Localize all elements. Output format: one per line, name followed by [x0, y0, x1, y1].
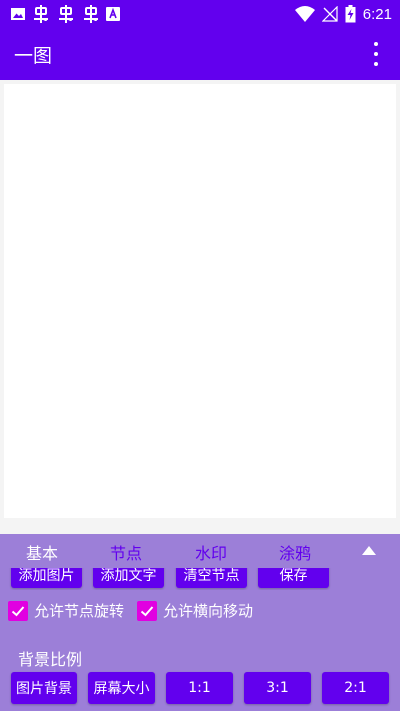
tab-doodle[interactable]: 涂鸦	[279, 540, 311, 564]
bug-icon	[31, 5, 51, 23]
add-text-label: 添加文字	[100, 568, 157, 584]
tab-nodes[interactable]: 节点	[110, 540, 142, 564]
options-row: 允许节点旋转 允许横向移动	[0, 600, 400, 622]
allow-horizontal-move-label: 允许横向移动	[163, 602, 254, 620]
bug-icon	[56, 5, 76, 23]
ratio-image-background-button[interactable]: 图片背景	[11, 672, 77, 704]
image-icon	[10, 6, 26, 22]
check-icon	[8, 600, 28, 621]
font-icon	[106, 7, 120, 21]
allow-rotate-label: 允许节点旋转	[34, 602, 125, 620]
add-text-button[interactable]: 添加文字	[93, 568, 164, 588]
add-image-label: 添加图片	[18, 568, 75, 584]
add-image-button[interactable]: 添加图片	[11, 568, 82, 588]
status-bar-system: 6:21	[294, 4, 392, 24]
status-bar: 6:21	[0, 0, 400, 28]
background-ratio-label: 背景比例	[18, 650, 83, 669]
clear-nodes-button[interactable]: 清空节点	[176, 568, 247, 588]
allow-horizontal-move-checkbox[interactable]: 允许横向移动	[137, 600, 253, 621]
bug-icon	[81, 5, 101, 23]
canvas-container	[0, 80, 400, 534]
app-bar: 一图	[0, 28, 400, 80]
save-label: 保存	[279, 568, 308, 584]
tab-bar: 基本 节点 水印 涂鸦	[0, 534, 400, 568]
bottom-panel: 基本 节点 水印 涂鸦 添加图片 添加文字 清空节点 保存 允许节点旋转 允许横…	[0, 534, 400, 711]
check-icon	[137, 600, 157, 621]
ratio-3-1-button[interactable]: 3:1	[244, 672, 311, 704]
triangle-up-icon[interactable]	[362, 546, 376, 555]
status-bar-notifications	[10, 4, 120, 24]
allow-rotate-checkbox[interactable]: 允许节点旋转	[8, 600, 124, 621]
tab-basic[interactable]: 基本	[26, 540, 58, 564]
status-time: 6:21	[362, 5, 392, 23]
drawing-canvas[interactable]	[4, 84, 396, 518]
ratio-screen-size-button[interactable]: 屏幕大小	[88, 672, 155, 704]
ratio-2-1-button[interactable]: 2:1	[322, 672, 389, 704]
clear-nodes-label: 清空节点	[183, 568, 240, 584]
save-button[interactable]: 保存	[258, 568, 329, 588]
tab-watermark[interactable]: 水印	[195, 540, 227, 564]
wifi-icon	[294, 6, 315, 22]
action-buttons-row: 添加图片 添加文字 清空节点 保存	[0, 568, 400, 590]
app-title: 一图	[14, 45, 53, 67]
no-signal-icon	[321, 6, 338, 22]
more-vert-icon[interactable]	[368, 42, 384, 66]
battery-charging-icon	[345, 5, 356, 23]
ratio-1-1-button[interactable]: 1:1	[166, 672, 233, 704]
